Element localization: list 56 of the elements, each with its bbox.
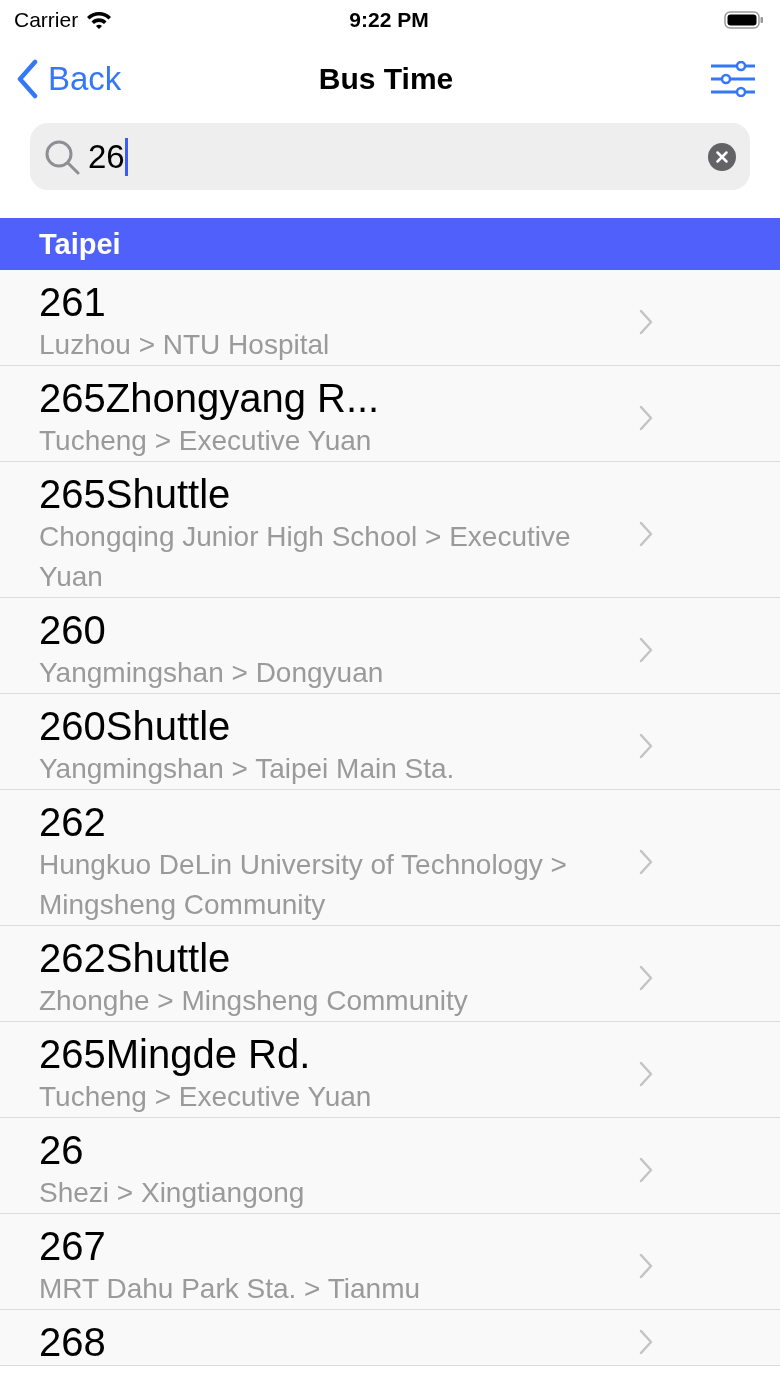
route-path: Tucheng > Executive Yuan xyxy=(39,424,373,458)
back-label: Back xyxy=(48,60,122,98)
chevron-right-icon xyxy=(639,309,653,335)
carrier-label: Carrier xyxy=(14,8,79,32)
route-row[interactable]: 265Zhongyang R... Tucheng > Executive Yuan xyxy=(0,366,780,462)
route-row[interactable]: 260 Yangmingshan > Dongyuan xyxy=(0,598,780,694)
route-number: 260 xyxy=(39,607,107,653)
route-path: Luzhou > NTU Hospital xyxy=(39,328,331,362)
route-row[interactable]: 260Shuttle Yangmingshan > Taipei Main Sta. xyxy=(0,694,780,790)
route-path: Yangmingshan > Dongyuan xyxy=(39,656,385,690)
status-time: 9:22 PM xyxy=(349,8,429,32)
battery-icon xyxy=(724,10,764,30)
chevron-right-icon xyxy=(639,1157,653,1183)
screen-title: Bus Time xyxy=(318,62,454,96)
route-path: Yangmingshan > Taipei Main Sta. xyxy=(39,752,456,786)
route-number: 262Shuttle xyxy=(39,935,232,981)
chevron-left-icon xyxy=(16,59,38,99)
route-number: 260Shuttle xyxy=(39,703,232,749)
chevron-right-icon xyxy=(639,733,653,759)
route-number: 26 xyxy=(39,1127,85,1173)
route-row[interactable]: 268 xyxy=(0,1310,780,1366)
route-number: 268 xyxy=(39,1319,107,1365)
chevron-right-icon xyxy=(639,637,653,663)
chevron-right-icon xyxy=(639,521,653,547)
chevron-right-icon xyxy=(639,1329,653,1355)
route-row[interactable]: 262Shuttle Zhonghe > Mingsheng Community xyxy=(0,926,780,1022)
route-row[interactable]: 267 MRT Dahu Park Sta. > Tianmu xyxy=(0,1214,780,1310)
route-number: 261 xyxy=(39,279,107,325)
route-number: 265Zhongyang R... xyxy=(39,375,381,421)
chevron-right-icon xyxy=(639,1061,653,1087)
chevron-right-icon xyxy=(639,849,653,875)
back-button[interactable]: Back xyxy=(16,59,122,99)
chevron-right-icon xyxy=(639,965,653,991)
route-row[interactable]: 265Shuttle Chongqing Junior High School > Executive Yuan xyxy=(0,462,780,598)
route-row[interactable]: 265Mingde Rd. Tucheng > Executive Yuan xyxy=(0,1022,780,1118)
route-row[interactable]: 261 Luzhou > NTU Hospital xyxy=(0,270,780,366)
route-path: Tucheng > Executive Yuan xyxy=(39,1080,373,1114)
chevron-right-icon xyxy=(639,1253,653,1279)
route-row[interactable]: 26 Shezi > Xingtiangong xyxy=(0,1118,780,1214)
route-row[interactable]: 262 Hungkuo DeLin University of Technology > Mingsheng Community xyxy=(0,790,780,926)
route-path: Zhonghe > Mingsheng Community xyxy=(39,984,469,1018)
route-number: 265Mingde Rd. xyxy=(39,1031,312,1077)
clear-icon[interactable] xyxy=(708,142,736,171)
chevron-right-icon xyxy=(639,405,653,431)
settings-sliders-icon[interactable] xyxy=(710,61,756,97)
search-icon xyxy=(44,138,80,175)
route-path: MRT Dahu Park Sta. > Tianmu xyxy=(39,1272,422,1306)
route-number: 267 xyxy=(39,1223,107,1269)
route-path: Shezi > Xingtiangong xyxy=(39,1176,306,1210)
search-field[interactable]: 26 xyxy=(30,123,750,190)
wifi-icon xyxy=(86,10,113,30)
route-number: 262 xyxy=(39,799,107,845)
route-path: Hungkuo DeLin University of Technology > Mingsheng Community xyxy=(39,848,568,922)
route-path: Chongqing Junior High School > Executive Yuan xyxy=(39,520,572,594)
route-number: 265Shuttle xyxy=(39,471,232,517)
section-header: Taipei xyxy=(0,218,780,270)
